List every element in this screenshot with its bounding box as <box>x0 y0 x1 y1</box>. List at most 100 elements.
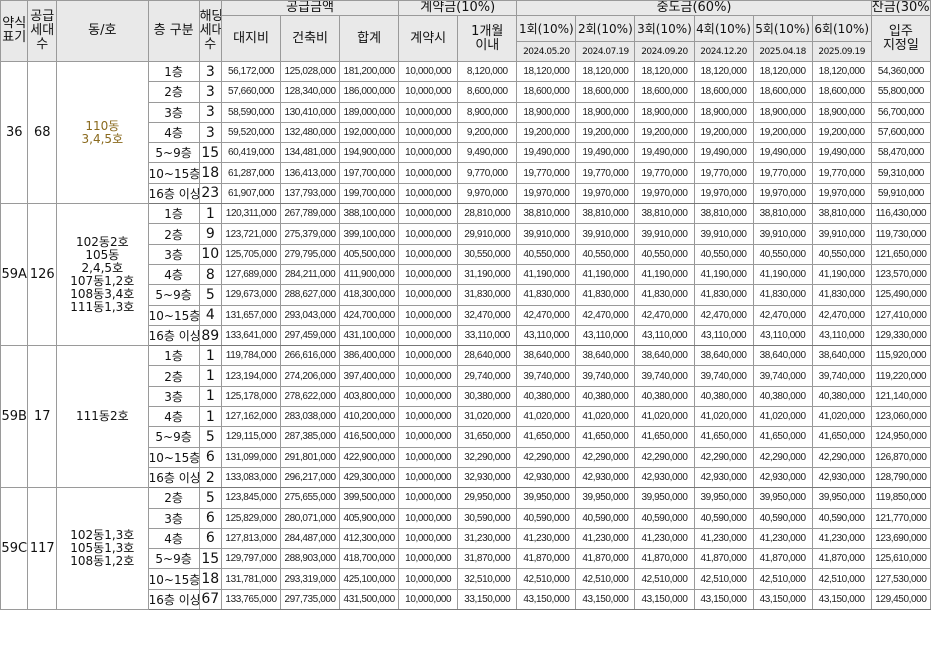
mid-6-cell: 19,200,000 <box>811 121 872 144</box>
mid-1-cell: 43,150,000 <box>516 588 577 611</box>
units-cell: 68 <box>27 60 57 205</box>
mid-5-cell: 38,810,000 <box>752 203 813 225</box>
total-cell: 189,000,000 <box>339 101 400 123</box>
on-contract-cell: 10,000,000 <box>398 304 459 326</box>
floor-units-cell: 1 <box>198 365 222 387</box>
mid-2-cell: 19,490,000 <box>575 142 636 164</box>
total-cell: 424,700,000 <box>339 304 400 326</box>
mid-3-cell: 43,110,000 <box>634 324 695 347</box>
total-cell: 429,300,000 <box>339 466 400 489</box>
total-cell: 388,100,000 <box>339 203 400 225</box>
on-contract-cell: 10,000,000 <box>398 507 459 529</box>
header-date-4: 2024.12.20 <box>693 41 754 62</box>
mid-6-cell: 38,810,000 <box>811 203 872 225</box>
total-cell: 192,000,000 <box>339 121 400 144</box>
floor-cell: 16층 이상 <box>147 588 200 611</box>
floor-units-cell: 2 <box>198 466 222 489</box>
mid-1-cell: 19,770,000 <box>516 162 577 184</box>
mid-2-cell: 38,810,000 <box>575 203 636 225</box>
mid-4-cell: 18,900,000 <box>693 101 754 123</box>
balance-cell: 54,360,000 <box>870 60 932 83</box>
within-month-cell: 9,200,000 <box>457 121 518 144</box>
within-month-cell: 33,150,000 <box>457 588 518 611</box>
header-within-month: 1개월 이내 <box>457 15 518 62</box>
building-cell: 266,616,000 <box>280 345 341 367</box>
within-month-cell: 31,870,000 <box>457 548 518 570</box>
mid-4-cell: 19,200,000 <box>693 121 754 144</box>
on-contract-cell: 10,000,000 <box>398 203 459 225</box>
floor-units-cell: 18 <box>198 162 222 184</box>
mid-2-cell: 18,120,000 <box>575 60 636 83</box>
mid-3-cell: 41,830,000 <box>634 284 695 306</box>
mid-5-cell: 41,830,000 <box>752 284 813 306</box>
land-cell: 129,673,000 <box>220 284 282 306</box>
mid-2-cell: 41,830,000 <box>575 284 636 306</box>
mid-3-cell: 43,150,000 <box>634 588 695 611</box>
mid-2-cell: 38,640,000 <box>575 345 636 367</box>
mid-2-cell: 41,650,000 <box>575 426 636 448</box>
building-cell: 134,481,000 <box>280 142 341 164</box>
building-cell: 291,801,000 <box>280 446 341 468</box>
total-cell: 403,800,000 <box>339 385 400 408</box>
within-month-cell: 32,510,000 <box>457 568 518 590</box>
on-contract-cell: 10,000,000 <box>398 426 459 448</box>
total-cell: 418,700,000 <box>339 548 400 570</box>
mid-4-cell: 40,550,000 <box>693 243 754 265</box>
mid-5-cell: 42,290,000 <box>752 446 813 468</box>
total-cell: 405,900,000 <box>339 507 400 529</box>
on-contract-cell: 10,000,000 <box>398 446 459 468</box>
land-cell: 56,172,000 <box>220 60 282 83</box>
mid-1-cell: 39,740,000 <box>516 365 577 387</box>
land-cell: 123,194,000 <box>220 365 282 387</box>
mid-4-cell: 42,470,000 <box>693 304 754 326</box>
mid-3-cell: 19,490,000 <box>634 142 695 164</box>
within-month-cell: 9,490,000 <box>457 142 518 164</box>
mid-4-cell: 18,600,000 <box>693 81 754 103</box>
header-middle: 중도금(60%) <box>516 0 872 16</box>
mid-3-cell: 42,470,000 <box>634 304 695 326</box>
building-cell: 283,038,000 <box>280 406 341 428</box>
building-cell: 275,379,000 <box>280 223 341 245</box>
mid-4-cell: 39,950,000 <box>693 487 754 509</box>
within-month-cell: 29,950,000 <box>457 487 518 509</box>
balance-cell: 129,450,000 <box>870 588 932 611</box>
floor-cell: 16층 이상 <box>147 324 200 347</box>
on-contract-cell: 10,000,000 <box>398 243 459 265</box>
mid-4-cell: 40,590,000 <box>693 507 754 529</box>
balance-cell: 58,470,000 <box>870 142 932 164</box>
header-floor: 층 구분 <box>147 0 200 62</box>
floor-units-cell: 3 <box>198 60 222 83</box>
floor-units-cell: 1 <box>198 406 222 428</box>
mid-3-cell: 42,930,000 <box>634 466 695 489</box>
table-row: 59B 17 111동2호 1층 1 119,784,000 266,616,000 386,… <box>0 345 932 489</box>
floor-cell: 1층 <box>147 60 200 83</box>
within-month-cell: 9,970,000 <box>457 182 518 205</box>
mid-6-cell: 18,120,000 <box>811 60 872 83</box>
building-cell: 287,385,000 <box>280 426 341 448</box>
total-cell: 186,000,000 <box>339 81 400 103</box>
building-cell: 297,459,000 <box>280 324 341 347</box>
floor-cell: 2층 <box>147 365 200 387</box>
mid-4-cell: 41,230,000 <box>693 527 754 550</box>
floor-units-cell: 15 <box>198 142 222 164</box>
land-cell: 120,311,000 <box>220 203 282 225</box>
header-installment-1: 1회(10%) <box>516 15 577 42</box>
header-on-contract: 계약시 <box>398 15 459 62</box>
mid-1-cell: 41,020,000 <box>516 406 577 428</box>
balance-cell: 119,220,000 <box>870 365 932 387</box>
mid-5-cell: 42,470,000 <box>752 304 813 326</box>
floor-units-cell: 5 <box>198 487 222 509</box>
mid-6-cell: 39,740,000 <box>811 365 872 387</box>
mid-1-cell: 41,230,000 <box>516 527 577 550</box>
dongho-cell: 111동2호 <box>56 345 149 489</box>
mid-2-cell: 19,970,000 <box>575 182 636 205</box>
mid-2-cell: 42,470,000 <box>575 304 636 326</box>
building-cell: 278,622,000 <box>280 385 341 408</box>
balance-cell: 123,570,000 <box>870 263 932 286</box>
total-cell: 386,400,000 <box>339 345 400 367</box>
balance-cell: 123,060,000 <box>870 406 932 428</box>
mid-4-cell: 42,510,000 <box>693 568 754 590</box>
balance-cell: 127,410,000 <box>870 304 932 326</box>
mid-2-cell: 43,110,000 <box>575 324 636 347</box>
floor-units-cell: 9 <box>198 223 222 245</box>
